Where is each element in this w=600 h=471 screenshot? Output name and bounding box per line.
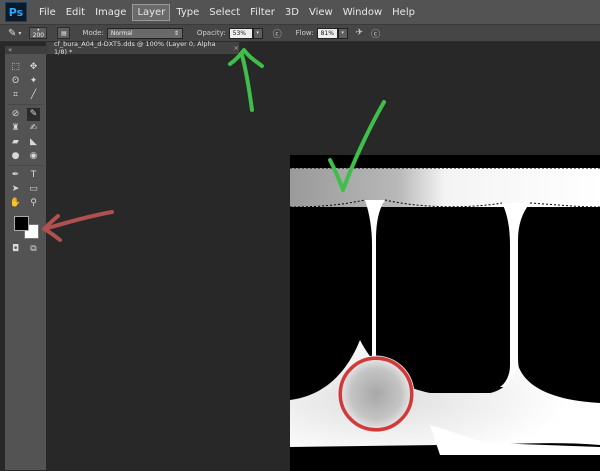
color-swatches (5, 210, 46, 240)
tool-preset-dropdown-icon[interactable]: ▾ (18, 30, 21, 37)
path-selection-icon[interactable]: ➤ (9, 183, 22, 196)
hand-icon[interactable]: ✋ (9, 197, 22, 210)
brush-panel-toggle-icon[interactable]: ▤ (57, 27, 71, 39)
tools-panel: « ⬚ ✥ ʘ ✦ ⌗ ╱ ⊘ ✎ ♜ ✍ ▰ ◣ ● ◉ ✒ T ➤ ▭ ✋ … (5, 46, 47, 470)
pressure-size-icon[interactable]: ⓒ (371, 27, 380, 40)
mode-label: Mode: (82, 29, 104, 37)
chevron-updown-icon: ⇕ (173, 29, 179, 37)
airbrush-icon[interactable]: ✈ (356, 28, 364, 38)
menu-image[interactable]: Image (91, 5, 130, 20)
menu-select[interactable]: Select (205, 5, 244, 20)
eyedropper-icon[interactable]: ╱ (27, 89, 40, 102)
magic-wand-icon[interactable]: ✦ (27, 75, 40, 88)
menu-bar: Ps File Edit Image Layer Type Select Fil… (0, 0, 600, 25)
screen-mode-icon[interactable]: ⧉ (27, 243, 40, 256)
top-band (290, 168, 600, 207)
marquee-icon[interactable]: ⬚ (9, 61, 22, 74)
crop-icon[interactable]: ⌗ (9, 89, 22, 102)
clone-stamp-icon[interactable]: ♜ (9, 122, 22, 135)
blur-icon[interactable]: ● (9, 150, 22, 163)
document-tab[interactable]: cf_bura_A04_d-DXT5.dds @ 100% (Layer 0, … (46, 40, 240, 56)
eraser-icon[interactable]: ▰ (9, 136, 22, 149)
menu-3d[interactable]: 3D (281, 5, 303, 20)
flow-label: Flow: (295, 29, 314, 37)
photoshop-logo: Ps (5, 2, 27, 22)
flow-dropdown-icon[interactable]: ▾ (337, 27, 348, 39)
zoom-icon[interactable]: ⚲ (27, 197, 40, 210)
menu-file[interactable]: File (35, 5, 60, 20)
mode-select[interactable]: Normal ⇕ (106, 27, 183, 39)
menu-help[interactable]: Help (388, 5, 419, 20)
pen-icon[interactable]: ✒ (9, 169, 22, 182)
menu-filter[interactable]: Filter (246, 5, 279, 20)
foreground-color-swatch[interactable] (14, 216, 29, 231)
menu-window[interactable]: Window (339, 5, 386, 20)
brush-cursor-ring (338, 356, 414, 432)
brush-tool-icon[interactable]: ✎ (27, 107, 40, 121)
menu-layer[interactable]: Layer (132, 3, 171, 21)
collapse-panel-icon[interactable]: « (5, 46, 46, 54)
quick-mask-icon[interactable]: ◘ (9, 243, 22, 256)
pressure-opacity-icon[interactable]: ⓒ (273, 27, 282, 40)
dodge-icon[interactable]: ◉ (27, 150, 40, 163)
history-brush-icon[interactable]: ✍ (27, 122, 40, 135)
brush-size-picker[interactable]: • 200 (29, 27, 48, 39)
flow-input[interactable]: 81% (316, 27, 338, 39)
menu-view[interactable]: View (305, 5, 337, 20)
opacity-input[interactable]: 53% (228, 27, 253, 39)
gradient-icon[interactable]: ◣ (27, 136, 40, 149)
opacity-label: Opacity: (196, 29, 226, 37)
brush-size-value: 200 (32, 32, 45, 39)
menu-type[interactable]: Type (172, 5, 203, 20)
move-icon[interactable]: ✥ (27, 61, 40, 74)
lasso-icon[interactable]: ʘ (9, 75, 22, 88)
mode-value: Normal (110, 29, 133, 37)
brush-icon[interactable]: ✎ (8, 28, 16, 39)
close-icon[interactable]: × (234, 44, 239, 52)
healing-brush-icon[interactable]: ⊘ (9, 108, 22, 121)
menu-edit[interactable]: Edit (62, 5, 89, 20)
document-title: cf_bura_A04_d-DXT5.dds @ 100% (Layer 0, … (54, 40, 216, 56)
type-icon[interactable]: T (27, 169, 40, 182)
document-canvas[interactable] (290, 155, 600, 471)
opacity-dropdown-icon[interactable]: ▾ (252, 27, 263, 39)
rectangle-icon[interactable]: ▭ (27, 183, 40, 196)
